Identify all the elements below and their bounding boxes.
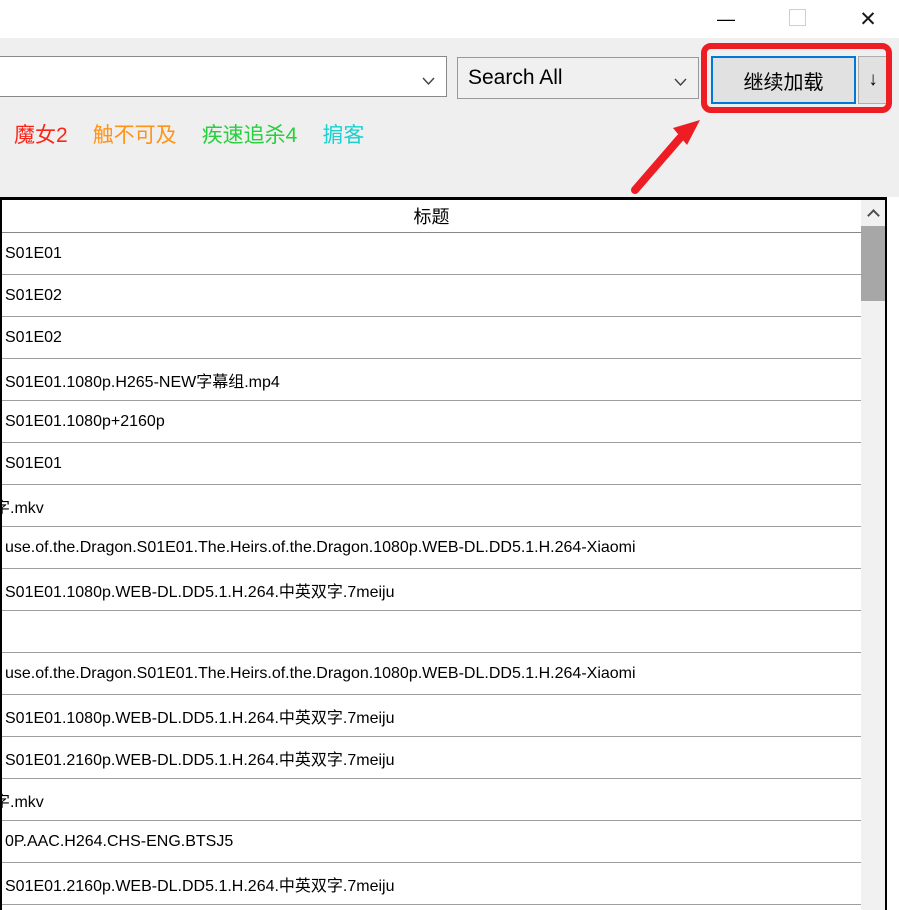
row-title-text: 字.mkv xyxy=(2,499,44,517)
table-row[interactable]: S01E01 xyxy=(2,443,861,485)
table-row[interactable]: S01E01.1080p.H265-NEW字幕组.mp4 xyxy=(2,359,861,401)
table-row[interactable]: 字.mkv xyxy=(2,779,861,821)
scrollbar-thumb[interactable] xyxy=(861,226,885,301)
results-list: 标题 S01E01 S01E02 S01E02 S01E01.1080p.H26… xyxy=(2,200,861,910)
table-row[interactable]: S01E01.1080p+2160p xyxy=(2,401,861,443)
close-icon: ✕ xyxy=(859,7,877,31)
table-row[interactable]: S01E01.1080p.WEB-DL.DD5.1.H.264.中英双字.7me… xyxy=(2,695,861,737)
row-title-text: S01E01.1080p.WEB-DL.DD5.1.H.264.中英双字.7me… xyxy=(5,709,395,727)
download-arrow-button[interactable]: ↓ xyxy=(858,56,888,104)
row-title-text: S01E02 xyxy=(5,286,62,304)
table-row[interactable]: use.of.the.Dragon.S01E01.The.Heirs.of.th… xyxy=(2,527,861,569)
chevron-up-icon xyxy=(866,208,880,222)
column-title-label: 标题 xyxy=(413,207,450,227)
row-title-text: 0P.AAC.H264.CHS-ENG.BTSJ5 xyxy=(5,832,234,850)
row-title-text: use.of.the.Dragon.S01E01.The.Heirs.of.th… xyxy=(5,538,636,556)
load-more-button[interactable]: 继续加载 xyxy=(711,56,856,104)
minimize-icon: — xyxy=(717,8,735,29)
table-row[interactable]: 字.mkv xyxy=(2,485,861,527)
quick-link[interactable]: 魔女2 xyxy=(14,119,68,149)
row-title-text: 字.mkv xyxy=(2,793,44,811)
scrollbar-up-button[interactable] xyxy=(861,200,885,226)
quick-link[interactable]: 掮客 xyxy=(322,119,364,149)
quick-link[interactable]: 疾速追杀4 xyxy=(202,119,298,149)
table-row[interactable]: S01E01 xyxy=(2,233,861,275)
table-row[interactable]: S01E02 xyxy=(2,275,861,317)
search-scope-value: Search All xyxy=(468,66,563,89)
table-row[interactable]: use.of.the.Dragon.S01E01.The.Heirs.of.th… xyxy=(2,653,861,695)
row-title-text: S01E01 xyxy=(5,244,62,262)
minimize-button[interactable]: — xyxy=(706,0,746,38)
toolbar: Search All 继续加载 ↓ 魔女2 触不可及 疾速追杀4 掮客 xyxy=(0,38,899,197)
vertical-scrollbar[interactable] xyxy=(861,200,885,910)
annotation-arrow-icon xyxy=(631,120,700,194)
row-title-text: S01E02 xyxy=(5,328,62,346)
row-title-text: S01E01.1080p.WEB-DL.DD5.1.H.264.中英双字.7me… xyxy=(5,583,395,601)
row-title-text: S01E01 xyxy=(5,454,62,472)
quick-link[interactable]: 触不可及 xyxy=(93,119,177,149)
table-row[interactable] xyxy=(2,611,861,653)
row-title-text: S01E01.2160p.WEB-DL.DD5.1.H.264.中英双字.7me… xyxy=(5,877,395,895)
quick-links-row: 魔女2 触不可及 疾速追杀4 掮客 xyxy=(14,119,364,149)
app-window: — ✕ Search All 继续加载 ↓ 魔女2 触不可及 疾速追杀4 掮客 … xyxy=(0,0,899,910)
row-title-text: S01E01.2160p.WEB-DL.DD5.1.H.264.中英双字.7me… xyxy=(5,751,395,769)
search-scope-dropdown[interactable]: Search All xyxy=(457,57,699,99)
table-body: S01E01 S01E02 S01E02 S01E01.1080p.H265-N… xyxy=(2,233,861,905)
chevron-down-icon xyxy=(422,73,435,91)
row-title-text: use.of.the.Dragon.S01E01.The.Heirs.of.th… xyxy=(5,664,636,682)
maximize-button[interactable] xyxy=(789,9,806,26)
row-title-text: S01E01.1080p.H265-NEW字幕组.mp4 xyxy=(5,373,280,391)
table-row[interactable]: S01E01.2160p.WEB-DL.DD5.1.H.264.中英双字.7me… xyxy=(2,737,861,779)
table-row[interactable]: S01E02 xyxy=(2,317,861,359)
table-row[interactable]: S01E01.2160p.WEB-DL.DD5.1.H.264.中英双字.7me… xyxy=(2,863,861,905)
table-row[interactable]: 0P.AAC.H264.CHS-ENG.BTSJ5 xyxy=(2,821,861,863)
close-button[interactable]: ✕ xyxy=(848,0,888,38)
results-table: 标题 S01E01 S01E02 S01E02 S01E01.1080p.H26… xyxy=(0,197,887,910)
chevron-down-icon xyxy=(674,74,687,92)
search-input-combobox[interactable] xyxy=(0,56,447,97)
title-bar: — ✕ xyxy=(0,0,899,38)
table-header-title-column[interactable]: 标题 xyxy=(2,200,861,233)
table-row[interactable]: S01E01.1080p.WEB-DL.DD5.1.H.264.中英双字.7me… xyxy=(2,569,861,611)
row-title-text: S01E01.1080p+2160p xyxy=(5,412,165,430)
